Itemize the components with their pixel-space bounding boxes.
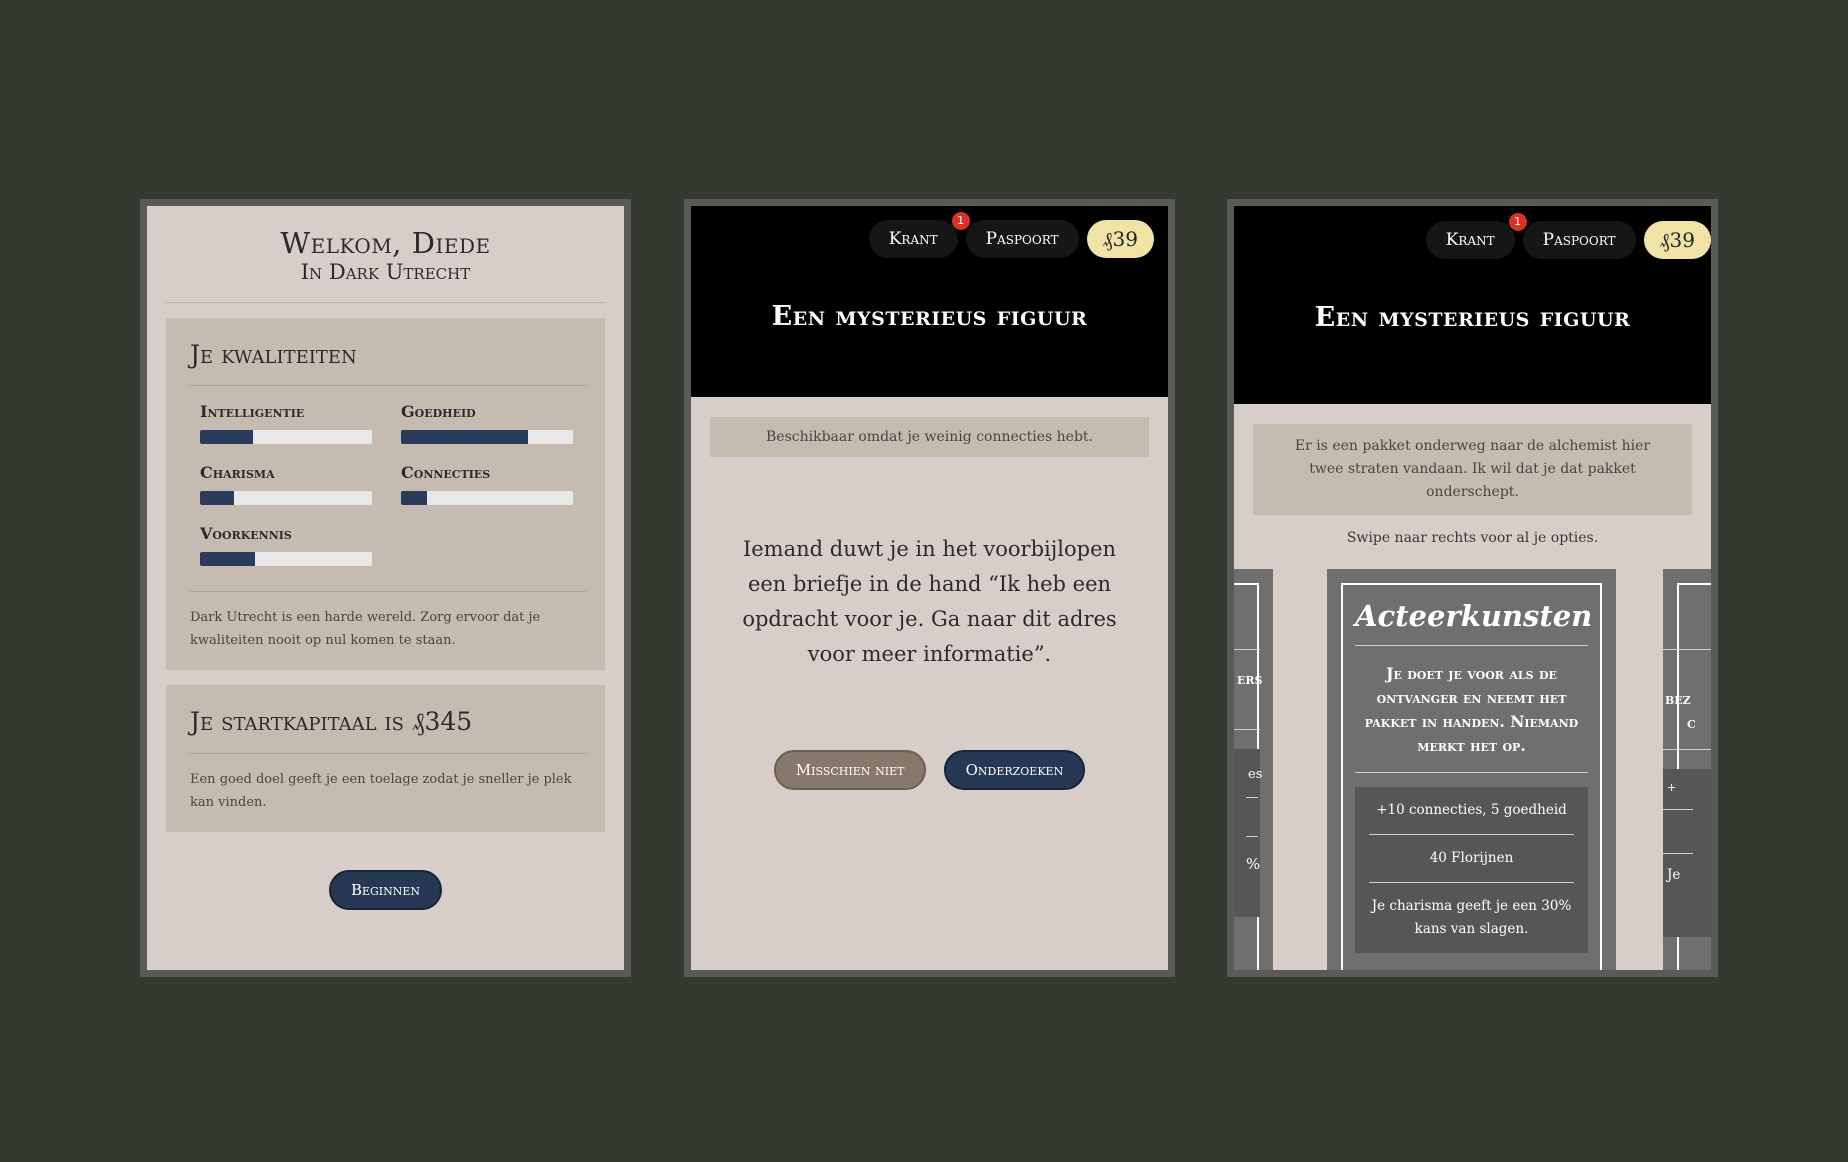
- card-fragment-text: ers: [1237, 670, 1263, 688]
- quality-bar: [200, 491, 372, 505]
- quality-bar: [200, 430, 372, 444]
- event-screen: Krant 1 Paspoort ₰39 Een mysterieus figu…: [691, 206, 1168, 970]
- card-frame: bez c + Je: [1663, 583, 1711, 970]
- quality-label: Intelligentie: [200, 402, 305, 421]
- quality-label: Charisma: [200, 463, 275, 482]
- welcome-header: Welkom, Diede In Dark Utrecht: [147, 206, 624, 284]
- nav-paspoort-button[interactable]: Paspoort: [965, 220, 1079, 258]
- quality-label: Goedheid: [401, 402, 476, 421]
- qualities-note: Dark Utrecht is een harde wereld. Zorg e…: [190, 591, 586, 652]
- option-carousel[interactable]: ers es % Acteerkunsten Je doet je voor a…: [1234, 569, 1711, 970]
- card-stats: es %: [1234, 749, 1263, 917]
- phone-frame-welcome: Welkom, Diede In Dark Utrecht Je kwalite…: [140, 199, 631, 977]
- quality-charisma: Charisma: [200, 463, 372, 524]
- card-title: Acteerkunsten: [1355, 585, 1592, 646]
- event-actions: Misschien niet Onderzoeken: [691, 750, 1168, 790]
- capital-heading: Je startkapitaal is ₰345: [190, 685, 586, 754]
- divider: [1246, 797, 1258, 798]
- card-fragment-text: c: [1687, 714, 1696, 732]
- nav-krant-button[interactable]: Krant 1: [1425, 213, 1527, 259]
- divider: [1246, 836, 1258, 837]
- capital-panel: Je startkapitaal is ₰345 Een goed doel g…: [166, 685, 605, 832]
- quality-bar-fill: [200, 430, 254, 444]
- start-button[interactable]: Beginnen: [328, 870, 443, 910]
- quality-bar-fill: [200, 491, 235, 505]
- card-reward: +10 connecties, 5 goedheid: [1369, 787, 1574, 835]
- card-fragment-stat: es: [1248, 767, 1263, 782]
- swipe-hint: Swipe naar rechts voor al je opties.: [1346, 530, 1599, 546]
- card-description: Je doet je voor als de ontvanger en neem…: [1355, 646, 1588, 773]
- divider: [1663, 649, 1711, 650]
- notification-badge: 1: [1508, 213, 1527, 231]
- nav-krant-button[interactable]: Krant 1: [868, 212, 970, 258]
- top-nav: Krant 1 Paspoort ₰39: [1425, 213, 1711, 259]
- event-story: Iemand duwt je in het voorbijlopen een b…: [742, 537, 1117, 666]
- quality-bar-fill: [401, 430, 529, 444]
- card-frame: Acteerkunsten Je doet je voor als de ont…: [1341, 583, 1602, 970]
- quality-bar-fill: [200, 552, 256, 566]
- quality-bar-fill: [401, 491, 427, 505]
- quality-bar: [200, 552, 372, 566]
- qualities-panel: Je kwaliteiten Intelligentie Goedheid Char…: [166, 318, 605, 670]
- availability-note: Beschikbaar omdat je weinig connecties h…: [710, 417, 1149, 457]
- investigate-button[interactable]: Onderzoeken: [943, 750, 1086, 790]
- event-header: Krant 1 Paspoort ₰39 Een mysterieus figu…: [691, 206, 1168, 397]
- options-screen: Krant 1 Paspoort ₰39 Een mysterieus figu…: [1234, 206, 1711, 970]
- quality-label: Voorkennis: [200, 524, 292, 543]
- option-card-previous[interactable]: ers es %: [1234, 569, 1273, 970]
- divider: [1234, 649, 1260, 650]
- mission-info: Er is een pakket onderweg naar de alchem…: [1253, 424, 1692, 515]
- qualities-grid: Intelligentie Goedheid Charisma Connecties V…: [190, 386, 586, 585]
- nav-krant-label: Krant: [1445, 230, 1495, 250]
- card-fragment-text: bez: [1665, 690, 1691, 708]
- capital-note: Een goed doel geeft je een toelage zodat…: [190, 772, 572, 810]
- quality-intelligentie: Intelligentie: [200, 402, 372, 463]
- nav-paspoort-button[interactable]: Paspoort: [1522, 221, 1636, 259]
- quality-bar: [401, 430, 573, 444]
- option-card-next[interactable]: bez c + Je: [1663, 569, 1711, 970]
- option-card-acteerkunsten[interactable]: Acteerkunsten Je doet je voor als de ont…: [1327, 569, 1616, 970]
- divider: [1663, 809, 1693, 810]
- quality-label: Connecties: [401, 463, 491, 482]
- welcome-screen: Welkom, Diede In Dark Utrecht Je kwalite…: [147, 206, 624, 970]
- nav-krant-label: Krant: [888, 229, 938, 249]
- phone-frame-options: Krant 1 Paspoort ₰39 Een mysterieus figu…: [1227, 199, 1718, 977]
- welcome-title: Welkom, Diede: [280, 226, 491, 260]
- divider: [165, 302, 606, 303]
- divider: [1234, 729, 1260, 730]
- event-header: Krant 1 Paspoort ₰39 Een mysterieus figu…: [1234, 206, 1711, 404]
- notification-badge: 1: [951, 212, 970, 230]
- qualities-heading: Je kwaliteiten: [190, 318, 586, 386]
- quality-bar: [401, 491, 573, 505]
- phone-frame-event: Krant 1 Paspoort ₰39 Een mysterieus figu…: [684, 199, 1175, 977]
- card-stats: +10 connecties, 5 goedheid 40 Florijnen …: [1355, 787, 1588, 953]
- top-nav: Krant 1 Paspoort ₰39: [868, 212, 1154, 258]
- card-stats: + Je: [1663, 769, 1711, 937]
- money-balance: ₰39: [1086, 220, 1154, 258]
- card-fragment-stat: %: [1246, 855, 1261, 873]
- card-fragment-stat: Je: [1667, 867, 1681, 883]
- card-cost: 40 Florijnen: [1369, 835, 1574, 883]
- divider: [1663, 749, 1711, 750]
- quality-goedheid: Goedheid: [401, 402, 573, 463]
- quality-connecties: Connecties: [401, 463, 573, 524]
- decline-button[interactable]: Misschien niet: [773, 750, 927, 790]
- quality-voorkennis: Voorkennis: [200, 524, 372, 585]
- money-balance: ₰39: [1643, 221, 1711, 259]
- card-frame: ers es %: [1234, 583, 1263, 970]
- divider: [1663, 853, 1693, 854]
- welcome-subtitle: In Dark Utrecht: [300, 260, 471, 284]
- card-chance: Je charisma geeft je een 30% kans van sl…: [1371, 898, 1572, 937]
